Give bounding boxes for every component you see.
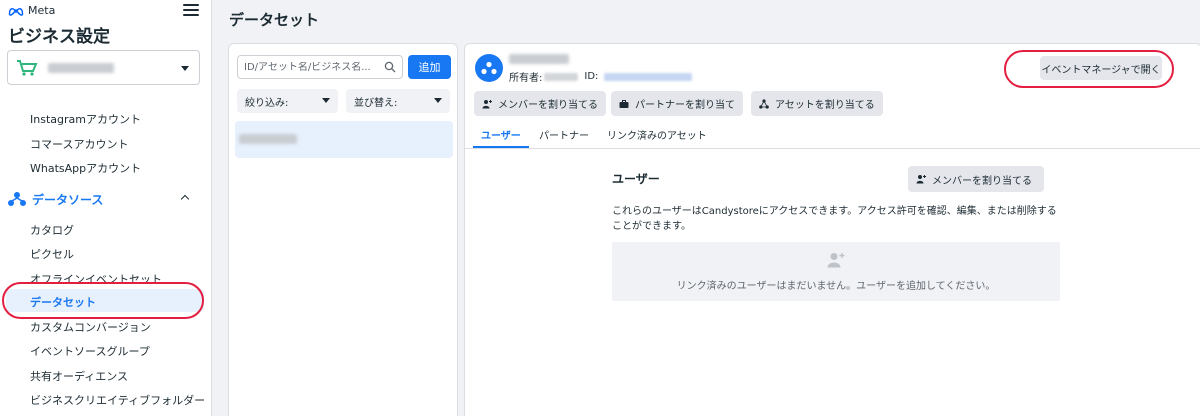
- sidebar-item-creative-folders[interactable]: ビジネスクリエイティブフォルダー: [30, 392, 205, 408]
- sidebar-section-data-sources[interactable]: データソース: [8, 188, 204, 210]
- chevron-down-icon: [322, 98, 330, 103]
- open-in-events-manager-button[interactable]: イベントマネージャで開く: [1040, 56, 1162, 80]
- empty-state: リンク済みのユーザーはまだいません。ユーザーを追加してください。: [612, 242, 1060, 301]
- tab-partners[interactable]: パートナー: [539, 124, 589, 148]
- empty-state-text: リンク済みのユーザーはまだいません。ユーザーを追加してください。: [676, 281, 996, 292]
- cart-icon: [17, 59, 38, 76]
- data-sources-icon: [8, 192, 26, 206]
- section-title: ユーザー: [612, 172, 660, 186]
- dataset-list-panel: 追加 絞り込み: 並び替え:: [228, 43, 458, 416]
- section-assign-label: メンバーを割り当てる: [932, 175, 1032, 187]
- section-description: これらのユーザーはCandystoreにアクセスできます。アクセス許可を確認、編…: [612, 206, 1057, 232]
- chevron-down-icon: [434, 98, 442, 103]
- dataset-detail-panel: 所有者: ID: イベントマネージャで開く メンバーを割り当てる パートナーを割…: [464, 43, 1200, 416]
- meta-logo-text: Meta: [28, 4, 56, 17]
- sidebar-section-label: データソース: [32, 192, 104, 207]
- id-redacted: [604, 72, 693, 81]
- assign-assets-label: アセットを割り当てる: [775, 100, 875, 111]
- tab-linked-assets[interactable]: リンク済みのアセット: [607, 124, 707, 148]
- sidebar-item-whatsapp[interactable]: WhatsAppアカウント: [30, 160, 141, 176]
- dataset-name-redacted: [509, 54, 569, 64]
- tab-divider: [465, 148, 1200, 149]
- add-button[interactable]: 追加: [408, 55, 451, 79]
- search-icon: [384, 61, 396, 73]
- dataset-name-redacted: [239, 134, 297, 144]
- id-label: ID:: [584, 71, 599, 82]
- sort-label: 並び替え:: [354, 97, 398, 109]
- menu-icon[interactable]: [183, 4, 199, 18]
- sidebar-item-pixel[interactable]: ピクセル: [30, 246, 74, 262]
- person-add-icon: [482, 99, 492, 108]
- meta-brand: Meta: [8, 4, 55, 17]
- assign-members-label: メンバーを割り当てる: [498, 100, 598, 111]
- assign-partners-label: パートナーを割り当て: [635, 100, 735, 111]
- sort-dropdown[interactable]: 並び替え:: [346, 89, 450, 113]
- owner-redacted: [544, 72, 579, 81]
- assign-assets-button[interactable]: アセットを割り当てる: [751, 91, 883, 116]
- briefcase-icon: [619, 99, 629, 108]
- search-input[interactable]: [244, 61, 374, 73]
- sidebar-item-shared-audiences[interactable]: 共有オーディエンス: [30, 368, 128, 384]
- dataset-icon: [481, 61, 497, 75]
- page-title: データセット: [229, 11, 320, 29]
- sidebar-item-custom-conversions[interactable]: カスタムコンバージョン: [30, 319, 151, 335]
- sidebar: Meta ビジネス設定 Instagramアカウント コマースアカウント Wha…: [0, 0, 212, 416]
- sidebar-item-instagram[interactable]: Instagramアカウント: [30, 111, 141, 127]
- owner-line: 所有者: ID:: [509, 69, 693, 84]
- sidebar-item-offline-event-sets[interactable]: オフラインイベントセット: [30, 271, 162, 287]
- sidebar-title: ビジネス設定: [8, 27, 110, 47]
- person-add-icon: [916, 175, 926, 184]
- sidebar-item-event-source-groups[interactable]: イベントソースグループ: [30, 343, 150, 359]
- owner-label: 所有者:: [509, 73, 543, 84]
- assign-members-button[interactable]: メンバーを割り当てる: [474, 91, 606, 116]
- person-add-icon: [827, 253, 845, 268]
- tab-users[interactable]: ユーザー: [473, 124, 529, 148]
- sidebar-item-catalog[interactable]: カタログ: [30, 222, 74, 238]
- business-account-select[interactable]: [7, 50, 200, 85]
- search-field[interactable]: [237, 55, 403, 79]
- assets-icon: [759, 98, 769, 109]
- chevron-up-icon[interactable]: [180, 194, 190, 204]
- sidebar-item-commerce[interactable]: コマースアカウント: [30, 136, 128, 152]
- list-item[interactable]: [235, 121, 453, 158]
- business-name-redacted: [48, 62, 114, 73]
- meta-logo-icon: [8, 7, 24, 16]
- sidebar-item-datasets[interactable]: データセット: [30, 294, 96, 310]
- filter-dropdown[interactable]: 絞り込み:: [237, 89, 338, 113]
- chevron-down-icon: [181, 66, 189, 71]
- filter-label: 絞り込み:: [245, 97, 289, 109]
- section-assign-members-button[interactable]: メンバーを割り当てる: [908, 166, 1044, 192]
- dataset-avatar: [475, 54, 503, 82]
- assign-partners-button[interactable]: パートナーを割り当て: [611, 91, 743, 116]
